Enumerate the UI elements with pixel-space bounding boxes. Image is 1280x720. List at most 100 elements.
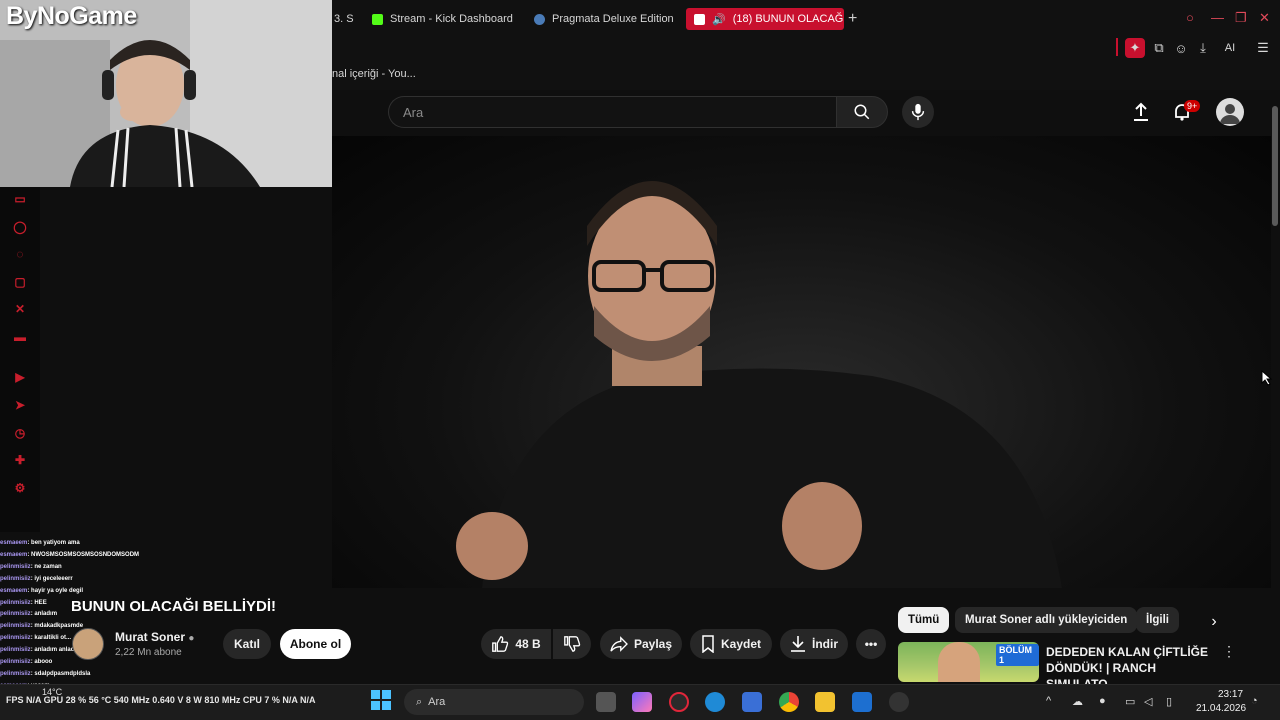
chip-from-uploader[interactable]: Murat Soner adlı yükleyiciden xyxy=(955,607,1138,633)
task-view-icon[interactable] xyxy=(596,692,616,712)
chevron-up-icon[interactable]: ^ xyxy=(1046,695,1051,707)
speaker-icon: 🔊 xyxy=(712,13,726,26)
puzzle-icon: ✚ xyxy=(14,453,26,467)
more-actions-button[interactable]: ••• xyxy=(856,629,886,659)
chat-username: esmaeem xyxy=(0,587,28,594)
join-label: Katıl xyxy=(233,637,260,651)
settings-icon: ⚙ xyxy=(14,481,26,495)
instagram-icon: ▢ xyxy=(14,275,26,289)
tab-partial[interactable]: 3. S xyxy=(334,8,354,30)
upload-icon xyxy=(1134,102,1148,121)
download-button[interactable]: İndir xyxy=(780,629,848,659)
tab-pragmata[interactable]: Pragmata Deluxe Edition xyxy=(534,8,674,30)
dislike-button[interactable] xyxy=(553,629,591,659)
display-icon[interactable]: ▭ xyxy=(1125,695,1135,708)
voice-search-button[interactable] xyxy=(902,96,934,128)
ai-label: AI xyxy=(1224,42,1236,54)
search-input[interactable]: Ara xyxy=(388,96,836,128)
related-video-thumbnail[interactable]: BÖLÜM 1 xyxy=(898,642,1039,682)
chip-label: Tümü xyxy=(908,614,940,626)
whatsapp-icon: ◌ xyxy=(16,247,24,261)
chip-related[interactable]: İlgili xyxy=(1136,607,1179,633)
search-tabs-icon[interactable]: ○ xyxy=(1186,10,1194,25)
tab-label: Pragmata Deluxe Edition xyxy=(552,13,674,25)
chat-text: : iyi geceleeerr xyxy=(30,575,73,582)
channel-name-text: Murat Soner xyxy=(115,630,186,644)
search-icon xyxy=(854,104,870,120)
video-title: BUNUN OLACAĞI BELLİYDİ! xyxy=(71,598,276,615)
mouse-cursor-icon xyxy=(1261,370,1273,386)
chip-label: Murat Soner adlı yükleyiciden xyxy=(965,614,1128,626)
chat-message: esmaeem: NWOSMSOSMSOSMSOSNDOMSODM xyxy=(0,550,210,562)
chip-label: İlgili xyxy=(1146,614,1169,626)
battery-icon[interactable]: ▯ xyxy=(1166,695,1172,708)
subscribe-button[interactable]: Abone ol xyxy=(280,629,351,659)
chat-username: pelinmisiiz xyxy=(0,670,31,677)
scrollbar-thumb[interactable] xyxy=(1272,106,1278,226)
send-icon: ➤ xyxy=(14,398,26,412)
new-tab-button[interactable]: + xyxy=(848,8,857,30)
taskbar-search-label: Ara xyxy=(428,696,446,708)
windows-start-icon[interactable] xyxy=(371,690,391,710)
mail-icon[interactable] xyxy=(852,692,872,712)
download-icon[interactable]: ⤓ xyxy=(1193,38,1213,58)
extension-icon[interactable]: ✦ xyxy=(1125,38,1145,58)
share-icon xyxy=(610,636,628,652)
edge-icon[interactable] xyxy=(705,692,725,712)
restore-icon[interactable]: ❐ xyxy=(1235,10,1247,26)
search-icon: ⌕ xyxy=(416,695,423,708)
file-explorer-icon[interactable] xyxy=(815,692,835,712)
chevron-right-icon[interactable]: › xyxy=(1204,612,1224,632)
messenger-icon: ◯ xyxy=(13,220,27,234)
taskbar-search[interactable]: ⌕ Ara xyxy=(404,689,584,715)
tab-label: 3. S xyxy=(334,13,354,25)
more-vert-icon[interactable]: ⋮ xyxy=(1222,643,1236,660)
save-button[interactable]: Kaydet xyxy=(690,629,772,659)
page-scrollbar[interactable] xyxy=(1271,90,1280,690)
tab-kick-dashboard[interactable]: Stream - Kick Dashboard xyxy=(372,8,522,30)
microphone-icon[interactable]: ● xyxy=(1099,695,1106,707)
clock-time[interactable]: 23:17 xyxy=(1218,689,1243,700)
puzzle-icon[interactable]: ⧉ xyxy=(1149,38,1169,58)
channel-avatar[interactable] xyxy=(72,628,104,660)
chat-username: pelinmisiiz xyxy=(0,659,31,666)
thumbs-down-icon xyxy=(564,636,581,652)
channel-name[interactable]: Murat Soner ● xyxy=(115,630,194,644)
join-button[interactable]: Katıl xyxy=(223,629,271,659)
chat-username: esmaeem xyxy=(0,540,28,546)
create-button[interactable] xyxy=(1129,100,1153,124)
like-count: 48 B xyxy=(515,637,541,651)
chrome-icon[interactable] xyxy=(779,692,799,712)
menu-icon[interactable]: ☰ xyxy=(1253,38,1273,58)
bookmark-item[interactable]: nal içeriği - You... xyxy=(332,68,416,80)
minimize-icon[interactable]: — xyxy=(1211,10,1224,25)
notification-icon[interactable]: ◔ xyxy=(1251,695,1258,707)
microphone-icon xyxy=(911,103,925,121)
app-icon[interactable] xyxy=(889,692,909,712)
chat-text: : HEE xyxy=(30,599,47,606)
share-button[interactable]: Paylaş xyxy=(600,629,682,659)
avatar[interactable] xyxy=(1216,98,1244,126)
twitch-icon: ▭ xyxy=(14,192,26,206)
opera-icon[interactable] xyxy=(669,692,689,712)
chat-username: pelinmisiiz xyxy=(0,599,31,606)
copilot-icon[interactable] xyxy=(632,692,652,712)
volume-icon[interactable]: ◁ xyxy=(1144,695,1152,708)
chat-text: : anladım xyxy=(30,611,58,618)
tab-youtube-active[interactable]: 🔊 (18) BUNUN OLACAĞI xyxy=(686,8,844,30)
store-icon[interactable] xyxy=(742,692,762,712)
profile-icon[interactable]: ☺ xyxy=(1171,38,1191,58)
cloud-icon[interactable]: ☁ xyxy=(1072,695,1083,708)
search-button[interactable] xyxy=(836,96,888,128)
clock-date[interactable]: 21.04.2026 xyxy=(1196,703,1246,714)
close-icon[interactable]: ✕ xyxy=(1259,10,1270,26)
chat-username: pelinmisiiz xyxy=(0,635,31,642)
video-player[interactable] xyxy=(332,136,1272,588)
like-button[interactable]: 48 B xyxy=(481,629,551,659)
chip-all[interactable]: Tümü xyxy=(898,607,950,633)
subscriber-count: 2,22 Mn abone xyxy=(115,647,182,658)
ai-button[interactable]: AI xyxy=(1216,38,1244,58)
weather-widget[interactable]: 14°C xyxy=(42,687,62,697)
user-avatar-icon xyxy=(1220,104,1240,124)
episode-badge: BÖLÜM 1 xyxy=(996,644,1039,666)
